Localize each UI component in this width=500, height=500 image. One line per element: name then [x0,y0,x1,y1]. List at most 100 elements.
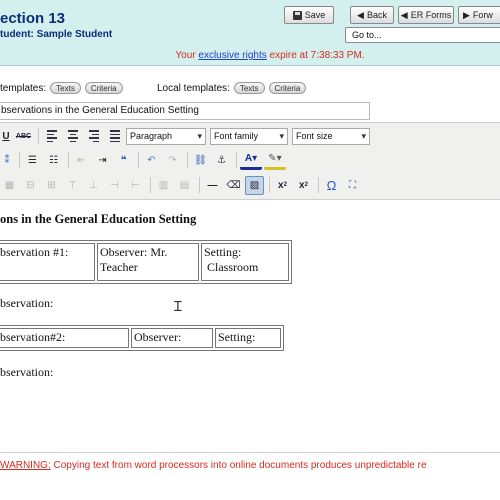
visual-aid-icon[interactable]: ▨ [245,175,264,195]
warning-text: Copying text from word processors into o… [50,460,427,471]
setting-1-line1: Setting: [204,245,242,259]
delete-col-icon[interactable]: ⊢ [126,176,145,195]
save-button[interactable]: Save [284,6,334,24]
templates-criteria-button[interactable]: Criteria [84,82,123,94]
local-templates-texts-button[interactable]: Texts [233,82,265,94]
editor-bottom-border [0,452,500,453]
align-right-icon[interactable] [84,127,103,146]
table-cell[interactable]: bservation #1: [0,243,95,281]
toolbar-separator [68,152,69,168]
back-button-label: Back [366,10,387,20]
undo-icon[interactable]: ↶ [142,151,161,170]
expire-prefix: Your [175,50,196,61]
toolbar-separator [38,128,39,144]
exclusive-rights-link[interactable]: exclusive rights [198,50,266,61]
templates-row: templates: Texts Criteria [0,82,123,94]
observer-2-label: Observer: [134,330,182,344]
link-icon[interactable]: ⛓ [191,151,210,170]
numbered-list-icon[interactable]: ☷ [44,151,63,170]
toolbar-separator [318,177,319,193]
toolbar-separator [150,177,151,193]
redo-icon[interactable]: ↷ [163,151,182,170]
er-forms-arrow-icon: ◀ [400,9,408,20]
local-templates-row: Local templates: Texts Criteria [157,82,307,94]
align-justify-icon[interactable] [105,127,124,146]
outdent-icon[interactable]: ⇤ [72,151,91,170]
student-name: tudent: Sample Student [0,29,113,40]
text-color-icon[interactable]: A▾ [240,151,262,170]
remove-format-icon[interactable]: ⌫ [224,176,243,195]
row-props-icon[interactable]: ⊟ [21,176,40,195]
editor-toolbar: U ABC Paragraph Font family Font size ⁑ … [0,122,500,200]
font-size-select[interactable]: Font size [292,127,370,145]
superscript-button[interactable]: x2 [294,176,313,195]
observation-2-label: bservation#2: [0,330,66,344]
observation-table-1: bservation #1: Observer: Mr. Teacher Set… [0,240,292,284]
format-select[interactable]: Paragraph [126,127,206,145]
toolbar-row-3: ▦ ⊟ ⊞ ⊤ ⊥ ⊣ ⊢ ▥ ▤ — ⌫ ▨ x2 x2 Ω ⛶ [0,174,364,196]
delete-row-icon[interactable]: ⊥ [84,176,103,195]
table-cell[interactable]: Setting: Classroom [201,243,289,281]
er-forms-button[interactable]: ◀ ER Forms [398,6,454,24]
goto-select[interactable]: Go to... [345,27,500,43]
observation-table-2: bservation#2: Observer: Setting: [0,325,284,351]
local-templates-label: Local templates: [157,82,230,94]
back-button[interactable]: ◀ Back [350,6,394,24]
underline-button[interactable]: U [0,127,12,146]
font-family-select[interactable]: Font family [210,127,288,145]
horizontal-rule-icon[interactable]: — [203,176,222,195]
highlight-color-icon[interactable]: ✎▾ [264,151,286,170]
strikethrough-button[interactable]: ABC [14,127,33,146]
local-templates-criteria-button[interactable]: Criteria [268,82,307,94]
toolbar-row-1: U ABC Paragraph Font family Font size [0,125,374,147]
observation-1-text[interactable]: bservation: [0,296,53,311]
insert-row-icon[interactable]: ⊤ [63,176,82,195]
observation-1-label: bservation #1: [0,245,69,259]
insert-col-icon[interactable]: ⊣ [105,176,124,195]
forward-button[interactable]: ▶ Forw [458,6,500,24]
find-replace-icon[interactable]: ⁑ [0,151,14,170]
observer-1-line1: Observer: Mr. [100,245,168,259]
align-left-icon[interactable] [42,127,61,146]
special-char-button[interactable]: Ω [322,176,341,195]
forward-button-label: Forw [472,10,493,20]
toolbar-separator [236,152,237,168]
split-cells-icon[interactable]: ▥ [154,176,173,195]
anchor-icon[interactable]: ⚓ [212,151,231,170]
table-cell[interactable]: Observer: Mr. Teacher [97,243,199,281]
setting-1-line2: Classroom [207,260,259,274]
templates-label: templates: [0,82,47,94]
save-icon [292,10,302,20]
cell-props-icon[interactable]: ⊞ [42,176,61,195]
er-forms-button-label: ER Forms [410,10,452,20]
table-cell[interactable]: Setting: [215,328,281,348]
warning-label: WARNING: [0,460,51,471]
table-cell[interactable]: Observer: [131,328,213,348]
section-title: ection 13 [0,10,66,27]
blockquote-icon[interactable]: ❝ [114,151,133,170]
indent-icon[interactable]: ⇥ [93,151,112,170]
fullscreen-icon[interactable]: ⛶ [343,176,362,195]
table-cell[interactable]: bservation#2: [0,328,129,348]
observation-2-text[interactable]: bservation: [0,365,53,380]
toolbar-row-2: ⁑ ☰ ☷ ⇤ ⇥ ❝ ↶ ↷ ⛓ ⚓ A▾ ✎▾ [0,149,288,171]
exclusive-rights-notice: Your exclusive rights expire at 7:38:33 … [0,50,500,61]
table-icon[interactable]: ▦ [0,176,19,195]
document-heading: ons in the General Education Setting [0,212,197,226]
setting-2-label: Setting: [218,330,256,344]
templates-texts-button[interactable]: Texts [50,82,81,94]
expire-suffix: expire at 7:38:33 PM. [269,50,365,61]
bullet-list-icon[interactable]: ☰ [23,151,42,170]
observer-1-line2: Teacher [100,260,138,274]
text-cursor-icon: Ɪ [174,299,182,315]
toolbar-separator [269,177,270,193]
align-center-icon[interactable] [63,127,82,146]
toolbar-separator [187,152,188,168]
merge-cells-icon[interactable]: ▤ [175,176,194,195]
toolbar-separator [199,177,200,193]
subscript-button[interactable]: x2 [273,176,292,195]
toolbar-separator [138,152,139,168]
document-title-input[interactable]: bservations in the General Education Set… [0,102,370,120]
paste-warning: WARNING: Copying text from word processo… [0,460,500,471]
forward-arrow-icon: ▶ [463,9,470,20]
